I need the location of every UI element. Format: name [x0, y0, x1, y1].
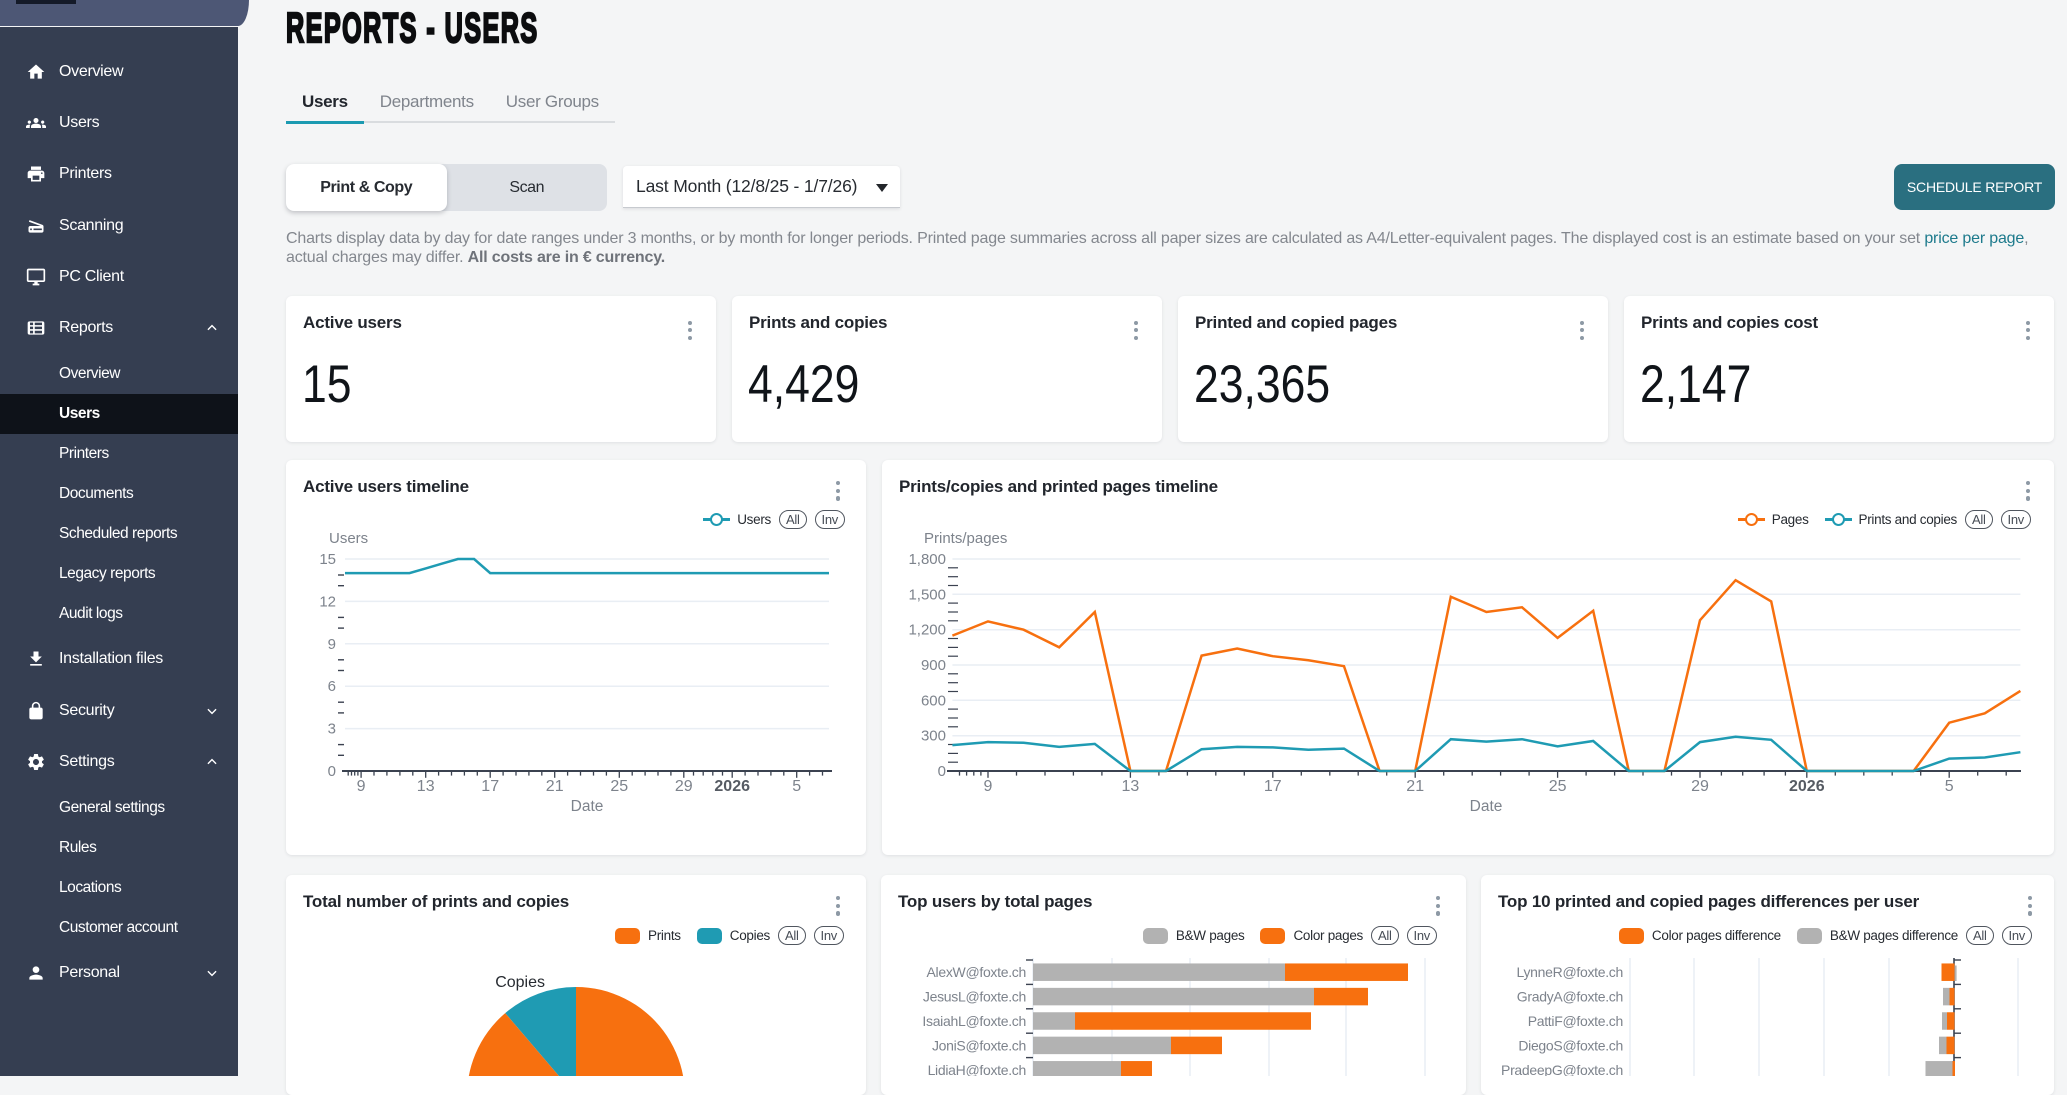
svg-text:GradyA@foxte.ch: GradyA@foxte.ch — [1517, 989, 1623, 1005]
svg-text:IsaiahL@foxte.ch: IsaiahL@foxte.ch — [922, 1013, 1026, 1029]
svg-text:12: 12 — [319, 593, 336, 610]
svg-text:300: 300 — [921, 728, 946, 745]
svg-text:Copies: Copies — [495, 974, 545, 991]
svg-text:17: 17 — [481, 778, 499, 795]
svg-text:Users: Users — [329, 530, 368, 547]
svg-text:900: 900 — [921, 657, 946, 674]
svg-text:25: 25 — [1549, 778, 1567, 795]
svg-text:3: 3 — [328, 721, 336, 738]
svg-text:Date: Date — [1470, 798, 1503, 815]
svg-text:1,500: 1,500 — [908, 586, 946, 603]
svg-text:LidiaH@foxte.ch: LidiaH@foxte.ch — [928, 1062, 1026, 1076]
svg-text:1,800: 1,800 — [908, 551, 946, 568]
svg-text:21: 21 — [546, 778, 564, 795]
svg-text:LynneR@foxte.ch: LynneR@foxte.ch — [1517, 964, 1623, 980]
svg-text:0: 0 — [328, 763, 336, 780]
svg-text:Prints/pages: Prints/pages — [924, 530, 1007, 547]
svg-text:1,200: 1,200 — [908, 622, 946, 639]
svg-text:17: 17 — [1264, 778, 1282, 795]
svg-text:13: 13 — [417, 778, 435, 795]
svg-text:13: 13 — [1122, 778, 1140, 795]
svg-text:21: 21 — [1406, 778, 1424, 795]
svg-text:15: 15 — [319, 551, 336, 568]
svg-text:PattiF@foxte.ch: PattiF@foxte.ch — [1528, 1013, 1623, 1029]
svg-text:2026: 2026 — [1789, 778, 1825, 795]
svg-text:2026: 2026 — [714, 778, 750, 795]
svg-text:PradeepG@foxte.ch: PradeepG@foxte.ch — [1501, 1062, 1623, 1076]
svg-text:9: 9 — [328, 636, 336, 653]
svg-text:0: 0 — [938, 763, 946, 780]
svg-text:29: 29 — [675, 778, 693, 795]
svg-text:9: 9 — [984, 778, 993, 795]
svg-text:9: 9 — [357, 778, 366, 795]
svg-text:JesusL@foxte.ch: JesusL@foxte.ch — [923, 989, 1026, 1005]
svg-text:5: 5 — [792, 778, 801, 795]
svg-text:Date: Date — [571, 798, 604, 815]
svg-text:29: 29 — [1691, 778, 1709, 795]
svg-text:6: 6 — [328, 678, 336, 695]
svg-text:AlexW@foxte.ch: AlexW@foxte.ch — [927, 964, 1027, 980]
svg-text:DiegoS@foxte.ch: DiegoS@foxte.ch — [1518, 1037, 1623, 1053]
svg-text:25: 25 — [610, 778, 628, 795]
svg-text:600: 600 — [921, 692, 946, 709]
svg-text:5: 5 — [1945, 778, 1954, 795]
svg-text:JoniS@foxte.ch: JoniS@foxte.ch — [932, 1037, 1026, 1053]
